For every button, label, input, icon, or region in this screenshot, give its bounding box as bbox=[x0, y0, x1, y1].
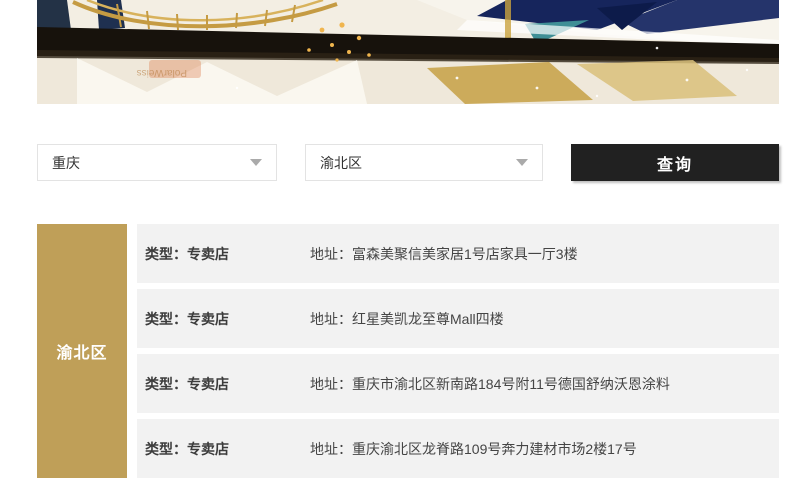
store-type: 类型：专卖店 bbox=[145, 309, 310, 329]
store-address: 地址：富森美聚信美家居1号店家具一厅3楼 bbox=[310, 244, 578, 264]
query-button[interactable]: 查询 bbox=[571, 144, 779, 181]
store-address: 地址：红星美凯龙至尊Mall四楼 bbox=[310, 309, 504, 329]
store-row: 类型：专卖店 地址：富森美聚信美家居1号店家具一厅3楼 bbox=[137, 224, 779, 283]
store-address: 地址：重庆渝北区龙脊路109号奔力建材市场2楼17号 bbox=[310, 439, 637, 459]
showroom-photo-illustration: PolarWeiss bbox=[37, 0, 779, 104]
city-select[interactable]: 重庆 bbox=[37, 144, 277, 181]
district-select-value: 渝北区 bbox=[320, 153, 362, 173]
store-type: 类型：专卖店 bbox=[145, 439, 310, 459]
reflection-text: PolarWeiss bbox=[137, 67, 187, 78]
store-address: 地址：重庆市渝北区新南路184号附11号德国舒纳沃恩涂料 bbox=[310, 374, 670, 394]
store-type: 类型：专卖店 bbox=[145, 374, 310, 394]
store-row: 类型：专卖店 地址：重庆市渝北区新南路184号附11号德国舒纳沃恩涂料 bbox=[137, 354, 779, 413]
chevron-down-icon bbox=[250, 159, 262, 166]
district-select[interactable]: 渝北区 bbox=[305, 144, 543, 181]
city-select-value: 重庆 bbox=[52, 153, 80, 173]
store-list: 类型：专卖店 地址：富森美聚信美家居1号店家具一厅3楼 类型：专卖店 地址：红星… bbox=[137, 224, 779, 478]
store-type: 类型：专卖店 bbox=[145, 244, 310, 264]
store-row: 类型：专卖店 地址：重庆渝北区龙脊路109号奔力建材市场2楼17号 bbox=[137, 419, 779, 478]
hero-image: PolarWeiss bbox=[37, 0, 779, 104]
store-row: 类型：专卖店 地址：红星美凯龙至尊Mall四楼 bbox=[137, 289, 779, 348]
region-badge: 渝北区 bbox=[37, 224, 127, 478]
chevron-down-icon bbox=[516, 159, 528, 166]
store-locator-page: PolarWeiss 重庆 渝北区 查询 bbox=[0, 0, 800, 480]
